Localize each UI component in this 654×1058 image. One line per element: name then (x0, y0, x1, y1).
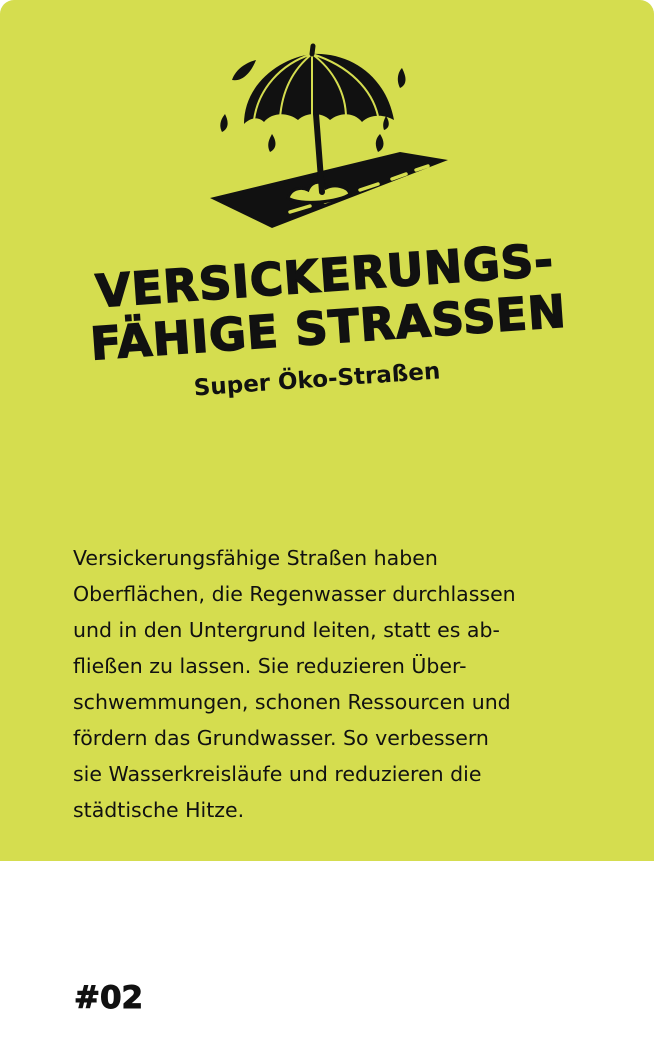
description-line: sie Wasserkreisläufe und reduzieren die (73, 762, 482, 786)
description-line: und in den Untergrund leiten, statt es a… (73, 618, 500, 642)
description: Versickerungsfähige Straßen haben Oberfl… (73, 540, 593, 828)
umbrella-over-road-icon (210, 43, 448, 228)
title-block: VERSICKERUNGS- FÄHIGE STRASSEN Super Öko… (34, 230, 627, 470)
description-line: fließen zu lassen. Sie reduzieren Über- (73, 654, 467, 678)
description-line: städtische Hitze. (73, 798, 245, 822)
description-line: Versickerungsfähige Straßen haben (73, 546, 438, 570)
description-line: schwemmungen, schonen Ressourcen und (73, 690, 511, 714)
card-number: #02 (73, 980, 144, 1017)
info-card: VERSICKERUNGS- FÄHIGE STRASSEN Super Öko… (0, 0, 654, 861)
description-line: fördern das Grundwasser. So verbessern (73, 726, 489, 750)
description-line: Oberflächen, die Regenwasser durchlassen (73, 582, 516, 606)
